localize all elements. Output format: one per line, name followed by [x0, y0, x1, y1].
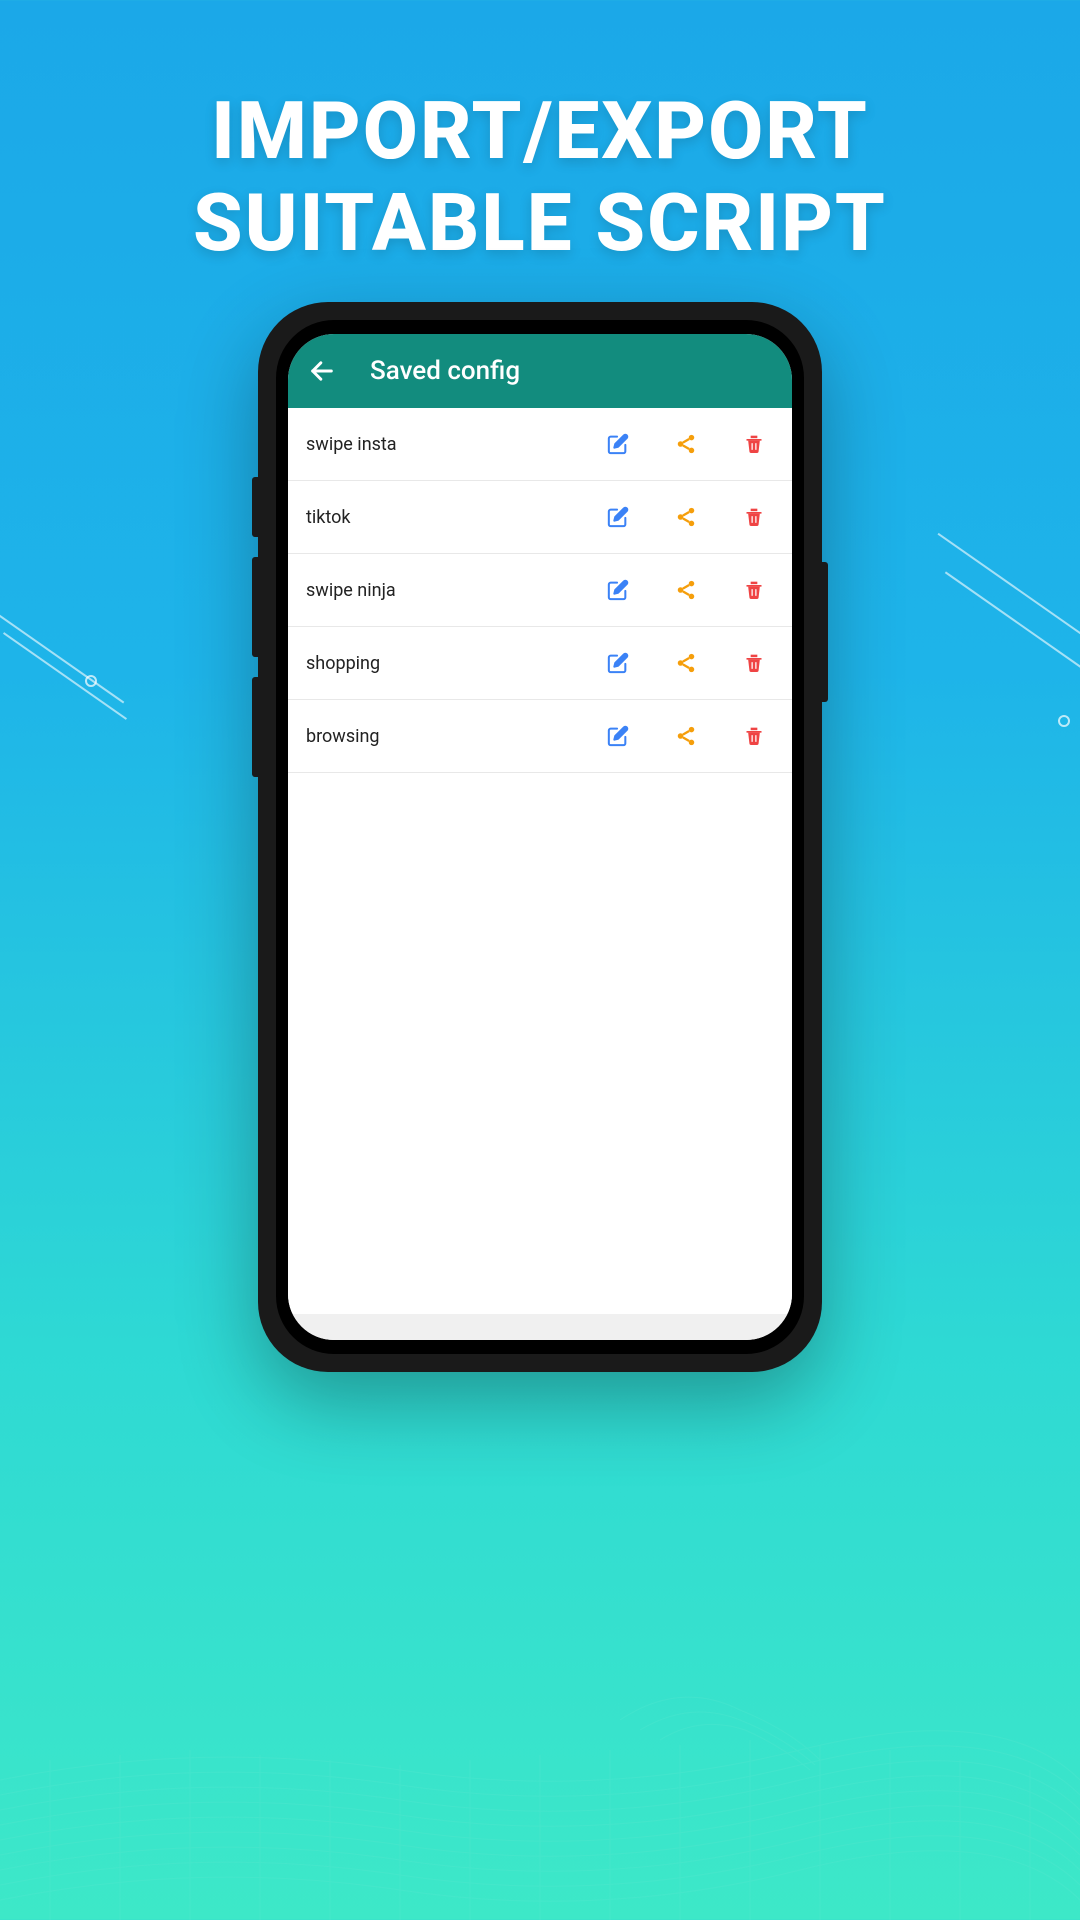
edit-icon: [607, 506, 629, 528]
share-icon: [675, 579, 697, 601]
config-row: browsing: [288, 700, 792, 773]
trash-icon: [744, 579, 764, 601]
share-icon: [675, 652, 697, 674]
config-row: swipe insta: [288, 408, 792, 481]
edit-button[interactable]: [598, 497, 638, 537]
phone-volume-up-button: [252, 557, 258, 657]
share-button[interactable]: [666, 643, 706, 683]
promo-title: IMPORT/EXPORT SUITABLE SCRIPT: [0, 85, 1080, 269]
edit-icon: [607, 579, 629, 601]
share-icon: [675, 506, 697, 528]
share-icon: [675, 725, 697, 747]
edit-button[interactable]: [598, 570, 638, 610]
config-name-label: browsing: [306, 726, 570, 747]
edit-icon: [607, 725, 629, 747]
edit-button[interactable]: [598, 424, 638, 464]
trash-icon: [744, 725, 764, 747]
config-name-label: tiktok: [306, 507, 570, 528]
trash-icon: [744, 433, 764, 455]
system-nav-bar: [288, 1314, 792, 1340]
app-header-title: Saved config: [370, 356, 520, 386]
promo-title-line2: SUITABLE SCRIPT: [0, 177, 1080, 269]
phone-volume-down-button: [252, 677, 258, 777]
edit-icon: [607, 652, 629, 674]
edit-button[interactable]: [598, 643, 638, 683]
config-row: shopping: [288, 627, 792, 700]
delete-button[interactable]: [734, 716, 774, 756]
share-icon: [675, 433, 697, 455]
edit-icon: [607, 433, 629, 455]
back-button[interactable]: [308, 357, 336, 385]
config-name-label: shopping: [306, 653, 570, 674]
config-name-label: swipe ninja: [306, 580, 570, 601]
app-header: Saved config: [288, 334, 792, 408]
delete-button[interactable]: [734, 424, 774, 464]
share-button[interactable]: [666, 497, 706, 537]
share-button[interactable]: [666, 716, 706, 756]
trash-icon: [744, 506, 764, 528]
wireframe-terrain-decoration: [0, 1400, 1080, 1920]
config-row: tiktok: [288, 481, 792, 554]
delete-button[interactable]: [734, 643, 774, 683]
config-row: swipe ninja: [288, 554, 792, 627]
trash-icon: [744, 652, 764, 674]
phone-mockup-frame: Saved config swipe insta: [258, 302, 822, 1372]
delete-button[interactable]: [734, 497, 774, 537]
phone-mute-switch: [252, 477, 258, 537]
config-list[interactable]: swipe insta: [288, 408, 792, 1314]
promo-title-line1: IMPORT/EXPORT: [0, 85, 1080, 177]
share-button[interactable]: [666, 570, 706, 610]
edit-button[interactable]: [598, 716, 638, 756]
phone-power-button: [822, 562, 828, 702]
config-name-label: swipe insta: [306, 434, 570, 455]
arrow-left-icon: [308, 357, 336, 385]
share-button[interactable]: [666, 424, 706, 464]
phone-screen: Saved config swipe insta: [288, 334, 792, 1340]
delete-button[interactable]: [734, 570, 774, 610]
